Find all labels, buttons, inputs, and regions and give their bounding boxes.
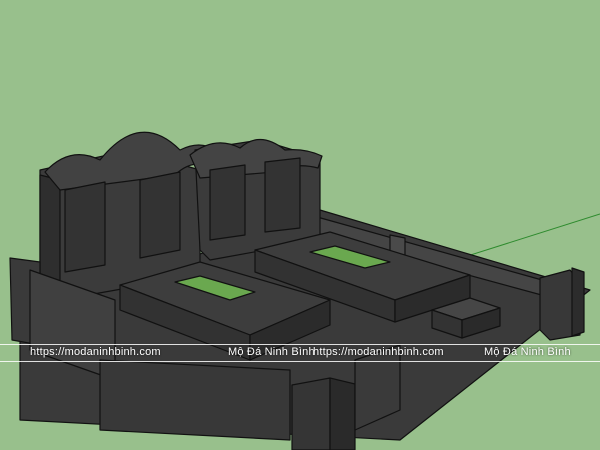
watermark-brand: Mộ Đá Ninh Bình [484,346,571,358]
watermark-brand: Mộ Đá Ninh Bình [228,346,315,358]
watermark-band: https://modaninhbinh.com Mộ Đá Ninh Bình… [0,344,600,362]
tomb-3d-model [0,0,600,450]
watermark-url: https://modaninhbinh.com [313,346,444,358]
watermark-line-bottom [0,361,600,362]
sketchup-viewport[interactable]: https://modaninhbinh.com Mộ Đá Ninh Bình… [0,0,600,450]
front-wall [99,359,291,441]
watermark-url: https://modaninhbinh.com [30,346,161,358]
watermark-line-top [0,344,600,345]
front-pillar [291,377,331,450]
